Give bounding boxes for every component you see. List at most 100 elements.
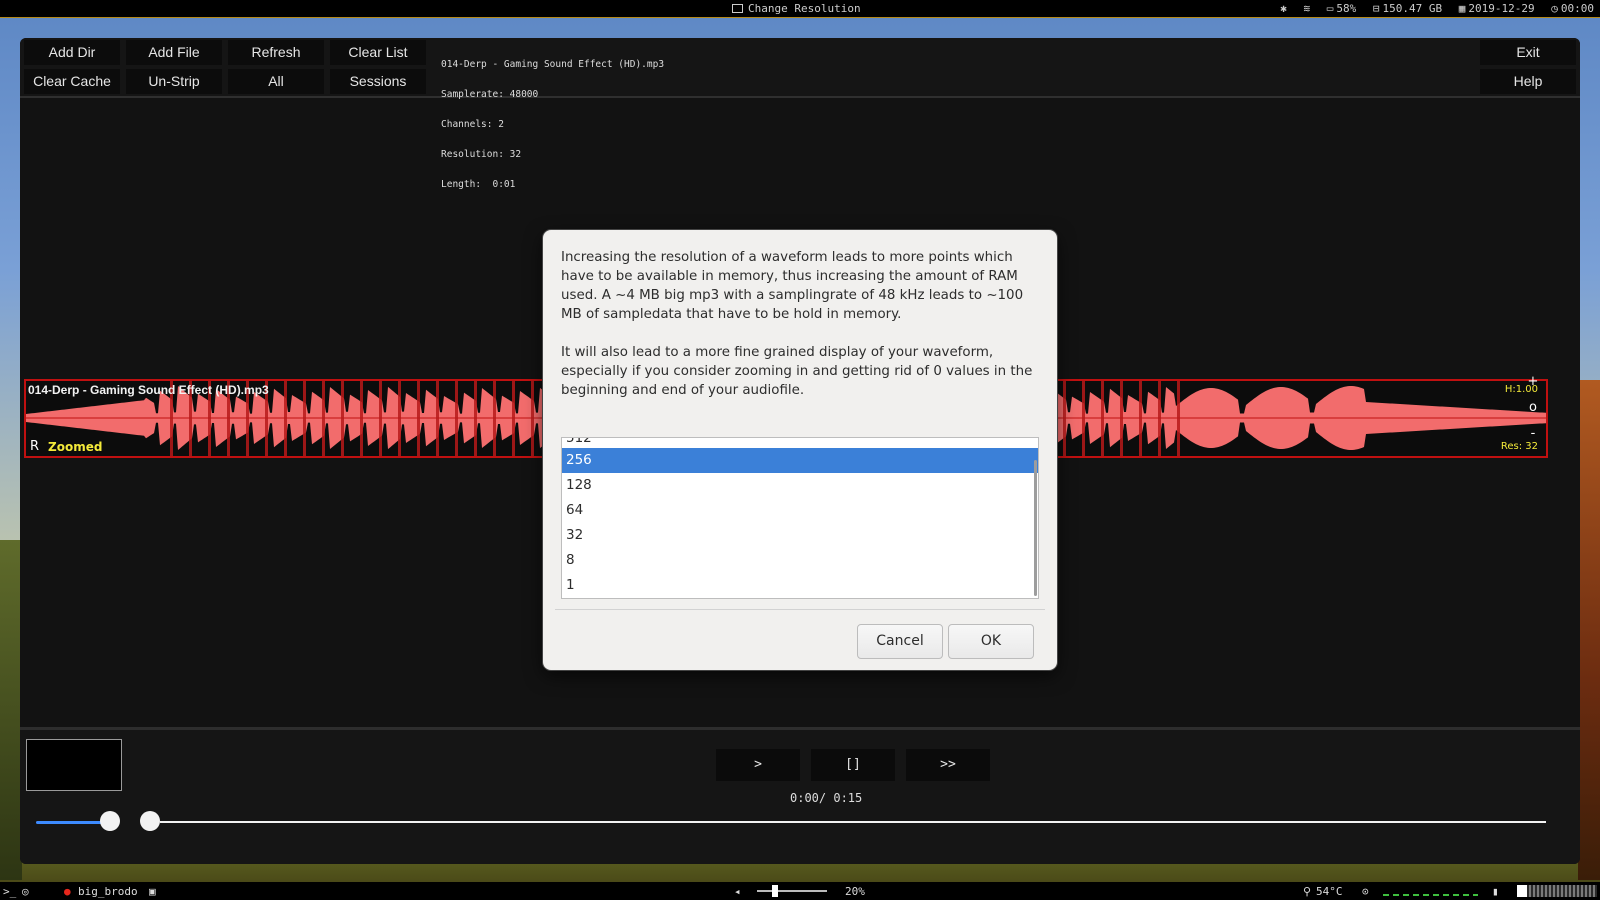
clear-cache-button[interactable]: Clear Cache — [24, 69, 120, 94]
track-title: 014-Derp - Gaming Sound Effect (HD).mp3 — [28, 383, 269, 397]
seek-bar[interactable] — [160, 821, 1546, 823]
microphone-icon: ⚲ — [1303, 885, 1312, 898]
waveform-gap — [436, 381, 439, 456]
waveform-gap — [1063, 381, 1066, 456]
file-resolution: Resolution: 32 — [441, 149, 522, 160]
resolution-list[interactable]: 512 256 128 64 32 8 1 — [561, 437, 1039, 599]
waveform-gap — [1177, 381, 1180, 456]
zoom-in-button[interactable]: + — [1524, 374, 1542, 389]
clock-icon: ◷ — [1551, 2, 1558, 15]
forward-button[interactable]: >> — [906, 749, 990, 781]
memory-icon: ▮ — [1492, 885, 1499, 898]
list-item[interactable]: 64 — [562, 498, 1038, 523]
dialog-paragraph-display: It will also lead to a more fine grained… — [561, 345, 1033, 398]
wallpaper-tree-right — [1578, 380, 1600, 880]
file-name: 014-Derp - Gaming Sound Effect (HD).mp3 — [441, 59, 665, 70]
player-controls: > [] >> 0:00/ 0:15 — [20, 727, 1580, 864]
all-button[interactable]: All — [228, 69, 324, 94]
cpu-graph — [1517, 885, 1597, 897]
chrome-icon[interactable]: ◎ — [22, 885, 29, 898]
cancel-button[interactable]: Cancel — [857, 624, 943, 659]
change-resolution-dialog: Increasing the resolution of a waveform … — [543, 230, 1057, 670]
wifi-icon: ≋ — [1303, 2, 1311, 15]
video-preview — [26, 739, 122, 791]
seek-bar-handle[interactable] — [140, 811, 160, 831]
waveform-gap — [417, 381, 420, 456]
waveform-gap — [531, 381, 534, 456]
dialog-separator — [555, 609, 1045, 610]
system-top-bar: Change Resolution ✱ ≋ ▭ 58% ⊟ 150.47 GB ▦ 2… — [0, 0, 1600, 18]
resolution-value: Res: 32 — [1500, 441, 1538, 452]
cpu-temperature: 54°C — [1316, 885, 1343, 898]
volume-mini-handle[interactable] — [772, 885, 778, 897]
list-item[interactable]: 8 — [562, 548, 1038, 573]
dialog-paragraph-ram: Increasing the resolution of a waveform … — [561, 250, 1024, 322]
volume-mini-slider[interactable] — [757, 890, 827, 892]
toolbar: Add Dir Add File Refresh Clear List Clea… — [20, 38, 1580, 190]
terminal-icon[interactable]: >_ — [3, 885, 16, 898]
waveform-gap — [360, 381, 363, 456]
chat-icon[interactable]: ▣ — [149, 885, 156, 898]
zoom-reset-button[interactable]: o — [1524, 400, 1542, 415]
zoomed-label: Zoomed — [48, 440, 103, 454]
battery-level: 58% — [1336, 2, 1357, 15]
waveform-gap — [493, 381, 496, 456]
waveform-gap — [512, 381, 515, 456]
waveform-gap — [284, 381, 287, 456]
file-length: Length: 0:01 — [441, 179, 516, 190]
waveform-gap — [379, 381, 382, 456]
waveform-gap — [455, 381, 458, 456]
waveform-gap — [1139, 381, 1142, 456]
sessions-button[interactable]: Sessions — [330, 69, 426, 94]
ok-button[interactable]: OK — [948, 624, 1034, 659]
username: big_brodo — [78, 885, 138, 898]
stop-button[interactable]: [] — [811, 749, 895, 781]
play-button[interactable]: > — [716, 749, 800, 781]
file-info-panel: 014-Derp - Gaming Sound Effect (HD).mp3 … — [441, 40, 664, 210]
waveform-gap — [303, 381, 306, 456]
battery-icon: ▭ — [1326, 2, 1334, 15]
wallpaper-tree-left — [0, 540, 22, 880]
system-tray: ✱ ≋ ▭ 58% ⊟ 150.47 GB ▦ 2019-12-29 ◷ 00:00 — [1270, 2, 1594, 15]
file-channels: Channels: 2 — [441, 119, 504, 130]
un-strip-button[interactable]: Un-Strip — [126, 69, 222, 94]
volume-slider-fill[interactable] — [36, 821, 110, 824]
disk-icon: ⊟ — [1372, 2, 1380, 15]
list-item-selected[interactable]: 256 — [562, 448, 1038, 473]
help-button[interactable]: Help — [1480, 69, 1576, 94]
volume-percent: 20% — [845, 885, 865, 898]
waveform-gap — [1120, 381, 1123, 456]
settings-icon: ⊙ — [1362, 885, 1369, 898]
window-icon — [732, 4, 743, 13]
zoom-out-button[interactable]: - — [1524, 426, 1542, 441]
playback-time: 0:00/ 0:15 — [790, 791, 863, 805]
file-samplerate: Samplerate: 48000 — [441, 89, 539, 100]
volume-slider-handle[interactable] — [100, 811, 120, 831]
list-item[interactable]: 1 — [562, 573, 1038, 598]
track-r-label: R — [30, 439, 40, 454]
calendar-icon: ▦ — [1458, 2, 1466, 15]
add-file-button[interactable]: Add File — [126, 40, 222, 65]
list-item[interactable]: 128 — [562, 473, 1038, 498]
waveform-gap — [398, 381, 401, 456]
waveform-gap — [1101, 381, 1104, 456]
exit-button[interactable]: Exit — [1480, 40, 1576, 65]
refresh-button[interactable]: Refresh — [228, 40, 324, 65]
disk-free: 150.47 GB — [1382, 2, 1443, 15]
bluetooth-icon: ✱ — [1280, 2, 1287, 15]
list-scrollbar[interactable] — [1034, 460, 1037, 596]
focused-window-title: Change Resolution — [732, 2, 861, 15]
waveform-gap — [341, 381, 344, 456]
waveform-gap — [1082, 381, 1085, 456]
time: 00:00 — [1560, 2, 1594, 15]
waveform-gap — [474, 381, 477, 456]
clear-list-button[interactable]: Clear List — [330, 40, 426, 65]
add-dir-button[interactable]: Add Dir — [24, 40, 120, 65]
record-dot-icon: ● — [64, 885, 71, 898]
network-graph — [1383, 894, 1478, 896]
speaker-icon: ◂ — [734, 885, 741, 898]
cpu-graph-fill — [1517, 885, 1527, 897]
list-item[interactable]: 32 — [562, 523, 1038, 548]
system-bottom-bar: >_ ◎ ● big_brodo ▣ ◂ 20% ⚲ 54°C ⊙ ▮ — [0, 882, 1600, 900]
date: 2019-12-29 — [1468, 2, 1535, 15]
